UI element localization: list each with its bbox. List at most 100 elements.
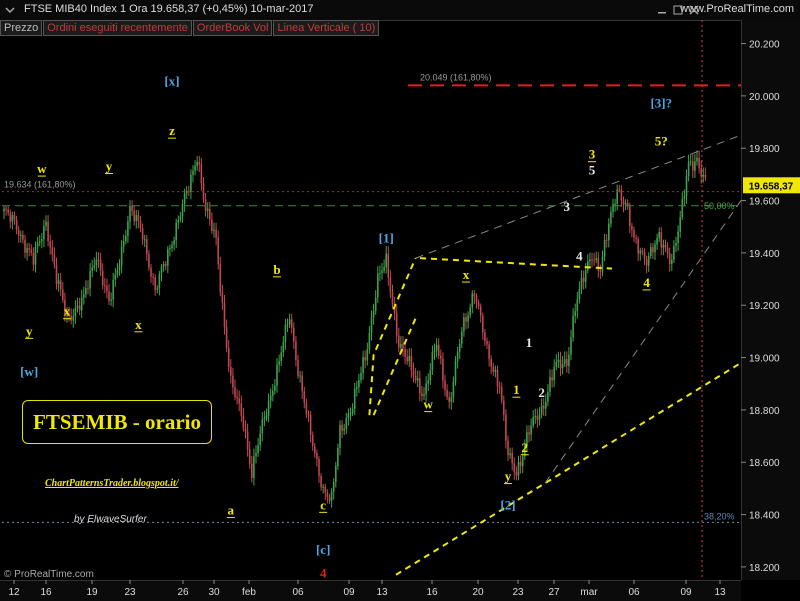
candle-body (173, 240, 175, 245)
candle-body (179, 216, 182, 220)
candle-body (694, 161, 696, 171)
wave-label: [1] (379, 230, 394, 245)
candle-body (505, 414, 507, 441)
candle-body (391, 292, 394, 305)
candle-body (282, 342, 285, 353)
candle-body (246, 431, 249, 449)
candle-body (3, 208, 5, 212)
candle-body (629, 206, 631, 226)
candle-body (414, 375, 417, 381)
candle-body (112, 279, 114, 300)
candle-body (125, 236, 127, 241)
wave-label: 5 (589, 162, 596, 177)
candle-body (192, 170, 194, 175)
candle-body (700, 168, 702, 176)
candle-body (570, 337, 572, 355)
y-tick-label: 18.800 (749, 406, 780, 417)
candle-body (473, 293, 476, 297)
candle-body (99, 260, 102, 271)
candle-body (374, 297, 377, 311)
x-tick-label: 30 (208, 587, 220, 598)
candle-body (162, 263, 165, 267)
blog-link[interactable]: ChartPatternsTrader.blogspot.it/ (45, 478, 179, 489)
x-tick-label: mar (580, 587, 598, 598)
candle-body (198, 161, 201, 165)
x-tick-label: 09 (343, 587, 355, 598)
candle-body (45, 221, 47, 227)
candle-body (253, 456, 255, 479)
candle-body (517, 461, 520, 476)
wave-label: 4 (643, 275, 650, 290)
candle-body (353, 388, 356, 409)
candle-body (683, 196, 686, 199)
candle-body (11, 215, 14, 222)
candle-body (318, 458, 320, 476)
candle-body (244, 428, 247, 432)
candle-body (55, 264, 58, 284)
candle-body (143, 239, 146, 241)
x-tick-label: feb (242, 587, 256, 598)
candle-body (32, 252, 35, 265)
x-tick-label: 16 (40, 587, 52, 598)
candle-body (431, 352, 434, 370)
candle-body (601, 256, 604, 272)
byline: by ElwaveSurfer (74, 514, 147, 525)
candle-body (421, 393, 423, 397)
candle-body (240, 403, 243, 416)
candle-body (620, 189, 623, 201)
candle-body (503, 400, 505, 415)
candle-body (24, 239, 26, 253)
candle-body (580, 277, 583, 289)
candle-body (49, 241, 51, 248)
wave-label: x (135, 317, 142, 332)
candle-body (412, 370, 415, 376)
candle-body (440, 355, 442, 359)
candle-body (450, 397, 453, 402)
candle-body (194, 165, 196, 171)
candle-body (446, 390, 448, 398)
candle-body (408, 355, 411, 362)
candle-body (400, 344, 402, 348)
candle-body (26, 248, 28, 253)
wave-label: c (320, 497, 326, 512)
candle-body (608, 223, 610, 241)
price-chart[interactable]: 18.200 18.400 18.600 18.800 19.000 19.200 19.4… (0, 0, 800, 600)
level-label: 50,00% (704, 201, 735, 211)
y-tick-label: 19.400 (749, 249, 780, 260)
candle-body (507, 440, 509, 456)
candle-body (477, 302, 480, 307)
candle-body (232, 375, 234, 388)
x-tick-label: 20 (472, 587, 484, 598)
candle-body (534, 415, 537, 418)
candle-body (647, 256, 650, 266)
candle-body (251, 463, 253, 479)
candle-body (175, 222, 177, 241)
candle-body (343, 428, 345, 431)
candle-body (57, 280, 60, 284)
candle-body (519, 461, 522, 467)
wave-label: y (505, 469, 512, 484)
candle-body (435, 344, 438, 351)
wave-label: 3 (589, 147, 596, 162)
candle-body (76, 305, 79, 308)
candle-body (467, 315, 469, 322)
candle-body (274, 385, 276, 391)
candle-body (416, 378, 419, 381)
candle-body (500, 387, 503, 401)
candle-body (284, 324, 287, 343)
candle-body (654, 244, 656, 253)
candle-body (242, 415, 245, 429)
candle-body (53, 254, 56, 265)
candle-body (589, 259, 591, 262)
candle-body (74, 307, 77, 317)
candle-body (658, 232, 660, 239)
candle-body (547, 391, 549, 402)
x-tick-label: 19 (86, 587, 98, 598)
candle-body (177, 219, 180, 223)
wave-label: w (424, 397, 434, 412)
candle-body (269, 395, 272, 401)
candle-body (215, 229, 217, 238)
x-tick-label: 23 (512, 587, 524, 598)
candle-body (190, 174, 192, 193)
candle-body (87, 288, 89, 290)
